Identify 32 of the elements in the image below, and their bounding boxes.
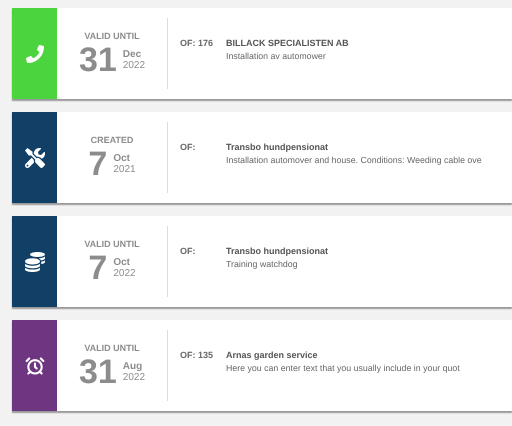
date-day: 7 [88,146,108,180]
date-label: CREATED [90,134,134,144]
customer-name: Arnas garden service [226,350,319,360]
date-year: 2021 [113,164,136,174]
quote-description: Installation av automower [226,51,327,61]
date-month: Aug [122,360,144,372]
customer-name: BILLACK SPECIALISTEN AB [226,38,349,48]
quote-description: Installation automover and house. Conditions: Weeding cable ove [226,155,482,165]
coins-icon [24,252,44,272]
date-day: 7 [88,250,108,284]
customer-name: Transbo hundpensionat [226,246,328,256]
date-label: VALID UNTIL [84,342,140,352]
date-year: 2022 [122,60,146,70]
date-day: 31 [78,354,117,388]
quote-description: Training watchdog [226,259,299,269]
offer-number: OF: 135 [180,350,214,360]
date-year: 2022 [113,268,136,278]
date-label: VALID UNTIL [84,238,140,248]
phone-icon [26,44,44,62]
offer-number: OF: [180,142,196,152]
date-day: 31 [78,42,117,76]
date-month: Oct [113,256,131,268]
date-label: VALID UNTIL [84,30,140,40]
date-month: Oct [113,152,131,164]
alarm-clock-icon [24,356,44,376]
tools-icon [24,148,44,168]
customer-name: Transbo hundpensionat [226,142,330,152]
quote-description: Here you can enter text that you usually include in your quot [226,363,460,373]
offer-number: OF: 176 [180,38,214,48]
date-year: 2022 [122,372,146,382]
date-month: Dec [122,48,142,60]
offer-number: OF: [180,246,196,256]
